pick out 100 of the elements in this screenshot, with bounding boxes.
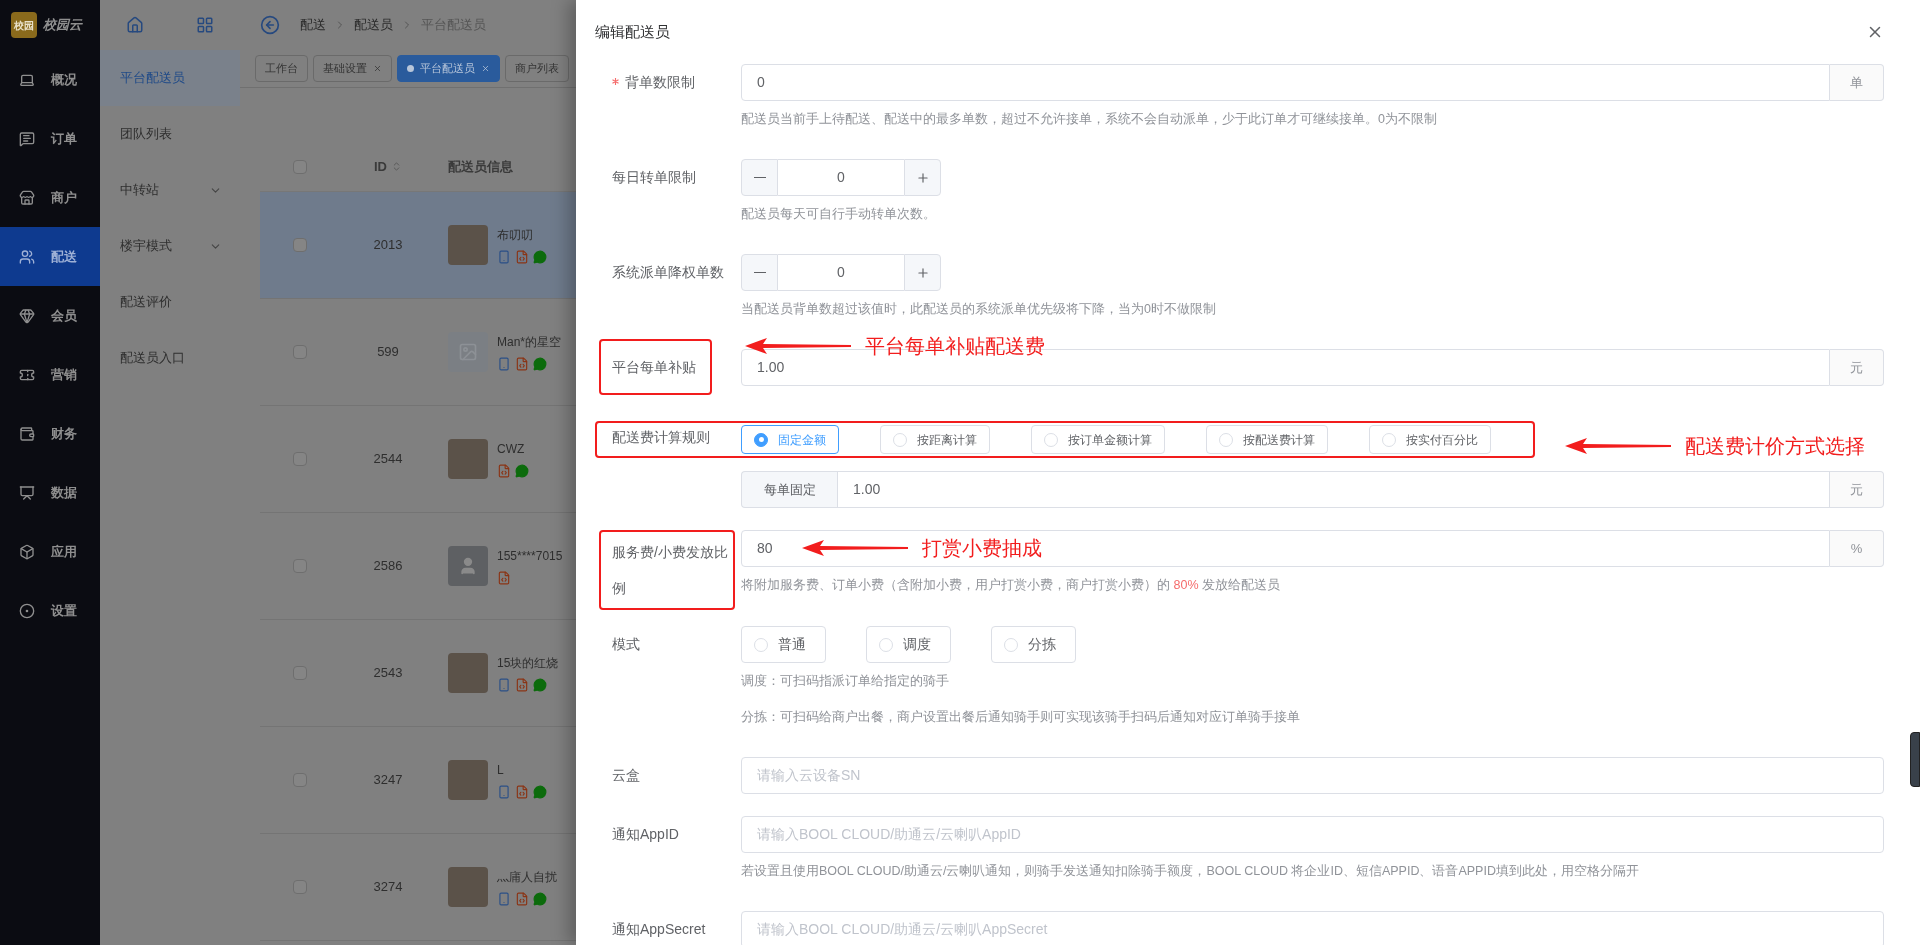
- field-label: 通知AppID: [612, 826, 679, 842]
- nav-item[interactable]: 设置: [0, 581, 100, 640]
- required-asterisk-icon: [612, 77, 619, 85]
- html5-icon: [515, 357, 529, 371]
- side-widget[interactable]: [1910, 732, 1920, 787]
- photo-placeholder: [448, 225, 488, 265]
- html5-icon: [497, 464, 511, 478]
- annotation-text: 配送费计价方式选择: [1685, 434, 1865, 459]
- chat-bubble-icon: [515, 464, 529, 478]
- nav-item[interactable]: 商户: [0, 168, 100, 227]
- text-input[interactable]: 0: [741, 64, 1830, 101]
- phone-icon: [497, 250, 511, 264]
- nav-item[interactable]: 应用: [0, 522, 100, 581]
- field-label: 云盒: [612, 767, 640, 783]
- radio-option[interactable]: 普通: [741, 626, 826, 663]
- unit-label: 单: [1830, 64, 1884, 101]
- phone-icon: [497, 785, 511, 799]
- nav-item[interactable]: 数据: [0, 463, 100, 522]
- html5-icon: [515, 785, 529, 799]
- cube-icon: [19, 543, 35, 560]
- table-cell-text: 599: [377, 343, 399, 362]
- phone-icon: [497, 892, 511, 906]
- submenu-item[interactable]: 中转站: [100, 162, 240, 218]
- nav-item[interactable]: 订单: [0, 109, 100, 168]
- breadcrumb-item[interactable]: 配送: [300, 15, 326, 35]
- annotation-text: 打赏小费抽成: [922, 536, 1042, 561]
- nav-item[interactable]: 概况: [0, 50, 100, 109]
- radio-option[interactable]: 按配送费计算: [1206, 425, 1328, 454]
- increment-button[interactable]: [904, 159, 941, 196]
- gem-icon: [19, 307, 35, 324]
- radio-option[interactable]: 按订单金额计算: [1031, 425, 1165, 454]
- submenu-item[interactable]: 楼宇模式: [100, 218, 240, 274]
- nav-item[interactable]: 营销: [0, 345, 100, 404]
- text-input[interactable]: 请输入云设备SN: [741, 757, 1884, 794]
- page-tab[interactable]: 商户列表: [505, 55, 569, 82]
- field-hint: 当配送员背单数超过该值时，此配送员的系统派单优先级将下降，当为0时不做限制: [741, 301, 1217, 318]
- submenu-item[interactable]: 配送评价: [100, 274, 240, 330]
- field-hint: 调度：可扫码指派订单给指定的骑手: [741, 673, 950, 690]
- nav-item[interactable]: 财务: [0, 404, 100, 463]
- field-label: 服务费/小费发放比例: [612, 544, 728, 596]
- field-label: 每日转单限制: [612, 169, 696, 185]
- field-hint: 若设置且使用BOOL CLOUD/助通云/云喇叭通知，则骑手发送通知扣除骑手额度，BOOL CLOUD 将企业ID、短信APPID、语音APPID填到此处，用空格分隔开: [741, 863, 1640, 880]
- field-label: 配送费计算规则: [612, 429, 710, 445]
- radio-option[interactable]: 按距离计算: [880, 425, 990, 454]
- courier-name: Man*的星空: [497, 334, 561, 351]
- table-cell-text: 2544: [373, 450, 403, 469]
- logo-badge: 校园: [11, 12, 37, 38]
- nav-item[interactable]: 配送: [0, 227, 100, 286]
- field-label: 通知AppSecret: [612, 921, 706, 937]
- minus-icon: [753, 271, 766, 274]
- radio-option[interactable]: 调度: [866, 626, 951, 663]
- courier-name: 布叨叨: [497, 227, 534, 244]
- nav-item[interactable]: 会员: [0, 286, 100, 345]
- chat-bubble-icon: [533, 678, 547, 692]
- chat-icon: [19, 130, 35, 147]
- increment-button[interactable]: [904, 254, 941, 291]
- page-tab[interactable]: 基础设置: [313, 55, 392, 82]
- decrement-button[interactable]: [741, 159, 778, 196]
- field-label: 背单数限制: [625, 74, 695, 90]
- table-row[interactable]: 2013 布叨叨: [260, 192, 576, 299]
- photo-placeholder: [448, 760, 488, 800]
- radio-option[interactable]: 按实付百分比: [1369, 425, 1491, 454]
- sort-icon[interactable]: [391, 161, 402, 172]
- home-icon[interactable]: [126, 16, 144, 34]
- submenu-item[interactable]: 配送员入口: [100, 330, 240, 386]
- field-hint: 分拣：可扫码给商户出餐，商户设置出餐后通知骑手则可实现该骑手扫码后通知对应订单骑手接单: [741, 709, 1301, 726]
- field-label: 模式: [612, 636, 640, 652]
- breadcrumb-item[interactable]: 配送员: [354, 15, 393, 35]
- page-tab[interactable]: 平台配送员: [397, 55, 500, 82]
- unit-label: 元: [1830, 349, 1884, 386]
- user-icon: [458, 556, 478, 576]
- html5-icon: [515, 678, 529, 692]
- apps-icon[interactable]: [196, 16, 214, 34]
- minus-icon: [753, 176, 766, 179]
- presentation-icon: [19, 484, 35, 501]
- phone-icon: [497, 357, 511, 371]
- circle-dot-icon: [19, 602, 35, 619]
- brand-name: 校园云: [43, 16, 82, 35]
- radio-option[interactable]: 分拣: [991, 626, 1076, 663]
- chat-bubble-icon: [533, 892, 547, 906]
- field-label: 系统派单降权单数: [612, 264, 724, 280]
- page-tab[interactable]: 工作台: [255, 55, 308, 82]
- text-input[interactable]: 请输入BOOL CLOUD/助通云/云喇叭AppSecret: [741, 911, 1884, 945]
- field-hint: 将附加服务费、订单小费（含附加小费，用户打赏小费，商户打赏小费）的 80% 发放给配送员: [741, 577, 1281, 594]
- checkbox[interactable]: [293, 238, 307, 252]
- photo-placeholder: [448, 439, 488, 479]
- html5-icon: [515, 892, 529, 906]
- back-icon[interactable]: [260, 15, 280, 35]
- field-label: 平台每单补贴: [612, 359, 696, 375]
- wallet-icon: [19, 425, 35, 442]
- submenu-item[interactable]: 团队列表: [100, 106, 240, 162]
- unit-label: 元: [1830, 471, 1884, 508]
- chat-bubble-icon: [533, 250, 547, 264]
- plus-icon: [915, 265, 930, 280]
- courier-name: CWZ: [497, 441, 526, 458]
- text-input[interactable]: 1.00: [837, 471, 1830, 508]
- decrement-button[interactable]: [741, 254, 778, 291]
- text-input[interactable]: 请输入BOOL CLOUD/助通云/云喇叭AppID: [741, 816, 1884, 853]
- close-icon[interactable]: [373, 64, 382, 73]
- table-cell-text: 2013: [373, 236, 403, 255]
